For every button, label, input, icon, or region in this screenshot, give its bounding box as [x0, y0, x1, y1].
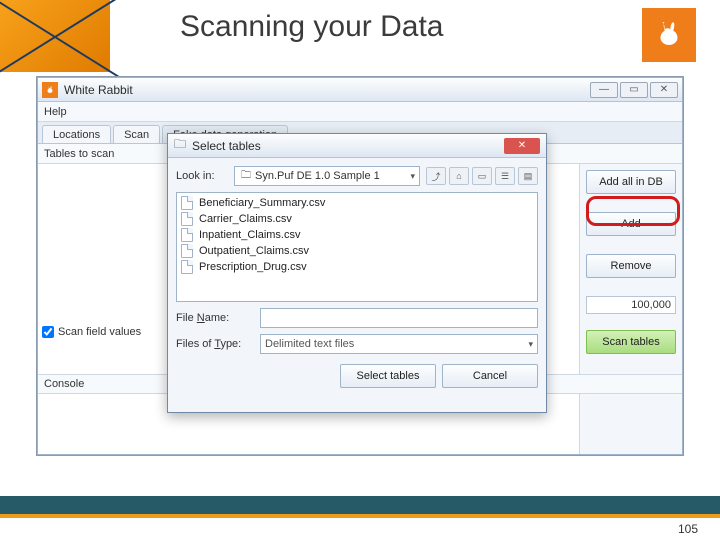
tab-locations[interactable]: Locations — [42, 125, 111, 143]
scan-field-values-row: Scan field values — [42, 326, 141, 338]
rabbit-mini-icon — [42, 82, 58, 98]
dialog-titlebar: 🗀 Select tables ✕ — [168, 134, 546, 158]
files-of-type-value: Delimited text files — [265, 338, 354, 350]
look-in-label: Look in: — [176, 170, 228, 182]
menubar: Help — [38, 102, 682, 122]
look-in-value: Syn.Puf DE 1.0 Sample 1 — [255, 170, 380, 182]
file-name: Prescription_Drug.csv — [199, 261, 307, 273]
footer-bar-teal — [0, 496, 720, 514]
file-name: Outpatient_Claims.csv — [199, 245, 309, 257]
select-tables-dialog: 🗀 Select tables ✕ Look in: 🗀 Syn.Puf DE … — [167, 133, 547, 413]
sample-size-field[interactable]: 100,000 — [586, 296, 676, 314]
dialog-title: Select tables — [192, 139, 261, 153]
file-name: Inpatient_Claims.csv — [199, 229, 301, 241]
cancel-button[interactable]: Cancel — [442, 364, 538, 388]
folder-icon: 🗀 — [174, 135, 186, 156]
up-one-level-icon[interactable]: ⤴ — [426, 167, 446, 185]
app-title: White Rabbit — [64, 83, 133, 97]
remove-button[interactable]: Remove — [586, 254, 676, 278]
new-folder-icon[interactable]: ▭ — [472, 167, 492, 185]
file-name: Beneficiary_Summary.csv — [199, 197, 325, 209]
list-view-icon[interactable]: ☰ — [495, 167, 515, 185]
file-name-input[interactable] — [260, 308, 538, 328]
window-controls: — ▭ ✕ — [590, 82, 678, 98]
folder-open-icon: 🗀 — [241, 168, 251, 185]
list-item[interactable]: Inpatient_Claims.csv — [179, 227, 535, 243]
document-icon — [181, 228, 193, 242]
logo-x-icon — [0, 0, 110, 72]
document-icon — [181, 196, 193, 210]
maximize-button[interactable]: ▭ — [620, 82, 648, 98]
home-icon[interactable]: ⌂ — [449, 167, 469, 185]
files-of-type-combo[interactable]: Delimited text files ▾ — [260, 334, 538, 354]
menu-help[interactable]: Help — [44, 106, 67, 118]
close-button[interactable]: ✕ — [650, 82, 678, 98]
document-icon — [181, 244, 193, 258]
list-item[interactable]: Outpatient_Claims.csv — [179, 243, 535, 259]
file-name-label: File Name: — [176, 312, 254, 324]
document-icon — [181, 260, 193, 274]
list-item[interactable]: Prescription_Drug.csv — [179, 259, 535, 275]
files-of-type-label: Files of Type: — [176, 338, 254, 350]
dialog-body: Look in: 🗀 Syn.Puf DE 1.0 Sample 1 ▾ ⤴ ⌂… — [168, 158, 546, 396]
document-icon — [181, 212, 193, 226]
tab-scan[interactable]: Scan — [113, 125, 160, 143]
scan-field-values-label: Scan field values — [58, 326, 141, 338]
dialog-close-button[interactable]: ✕ — [504, 138, 540, 154]
screenshot-frame: White Rabbit — ▭ ✕ Help Locations Scan F… — [36, 76, 684, 456]
select-tables-button[interactable]: Select tables — [340, 364, 436, 388]
look-in-combo[interactable]: 🗀 Syn.Puf DE 1.0 Sample 1 ▾ — [234, 166, 420, 186]
list-item[interactable]: Carrier_Claims.csv — [179, 211, 535, 227]
add-all-in-db-button[interactable]: Add all in DB — [586, 170, 676, 194]
chevron-down-icon: ▾ — [410, 171, 415, 182]
slide-title: Scanning your Data — [180, 10, 444, 44]
chevron-down-icon: ▾ — [528, 339, 533, 350]
minimize-button[interactable]: — — [590, 82, 618, 98]
page-number: 105 — [678, 522, 698, 536]
file-list[interactable]: Beneficiary_Summary.csv Carrier_Claims.c… — [176, 192, 538, 302]
list-item[interactable]: Beneficiary_Summary.csv — [179, 195, 535, 211]
nav-icons: ⤴ ⌂ ▭ ☰ ▤ — [426, 167, 538, 185]
rabbit-logo-icon — [642, 8, 696, 62]
scan-field-values-checkbox[interactable] — [42, 326, 54, 338]
add-button-highlight — [586, 196, 680, 226]
app-titlebar: White Rabbit — ▭ ✕ — [38, 78, 682, 102]
footer-bar-orange — [0, 514, 720, 518]
file-name: Carrier_Claims.csv — [199, 213, 292, 225]
details-view-icon[interactable]: ▤ — [518, 167, 538, 185]
scan-tables-button[interactable]: Scan tables — [586, 330, 676, 354]
